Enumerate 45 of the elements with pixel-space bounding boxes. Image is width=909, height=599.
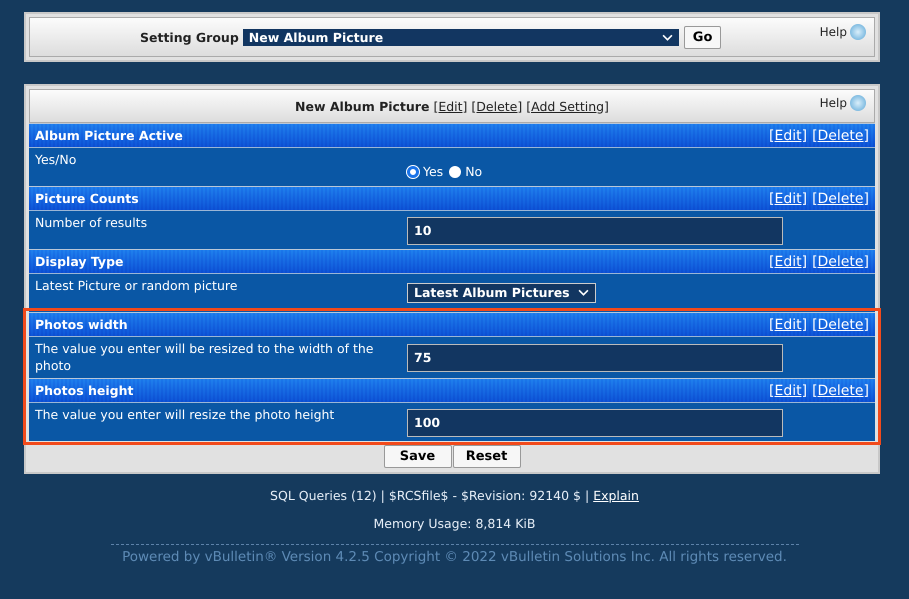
panel-title: New Album Picture: [295, 98, 430, 114]
setting-link[interactable]: [Delete]: [812, 316, 869, 332]
radio-button[interactable]: [407, 166, 419, 178]
setting-group-label: Setting Group: [140, 30, 239, 44]
panel-link[interactable]: [Delete]: [471, 98, 522, 114]
radio-label: No: [465, 164, 482, 179]
memory-usage-text: Memory Usage: 8,814 KiB: [372, 516, 536, 531]
setting-header: Display Type [Edit] [Delete]: [29, 250, 875, 274]
setting-description: Latest Picture or random picture: [35, 277, 238, 295]
sql-queries-text: SQL Queries (12) | $RCSfile$ - $Revision: 92140 $ |: [270, 488, 590, 503]
setting-link[interactable]: [Delete]: [812, 382, 869, 398]
form-button[interactable]: Reset: [452, 445, 520, 468]
input-field[interactable]: 75: [407, 344, 783, 372]
setting-link[interactable]: [Delete]: [812, 128, 869, 144]
chevron-down-icon: [662, 34, 673, 40]
chevron-down-icon: [578, 289, 589, 296]
explain-link[interactable]: Explain: [593, 488, 639, 503]
setting-description: The value you enter will resize the photo height: [35, 406, 336, 424]
setting-header: Photos width [Edit] [Delete]: [29, 313, 875, 337]
setting-description: The value you enter will be resized to the width of the photo: [35, 340, 374, 374]
go-button[interactable]: Go: [684, 26, 722, 48]
input-field[interactable]: 100: [407, 408, 783, 436]
setting-group-select[interactable]: New Album Picture: [242, 28, 679, 46]
panel-link[interactable]: [Add Setting]: [526, 98, 609, 114]
setting-link[interactable]: [Delete]: [812, 254, 869, 270]
setting-header: Album Picture Active [Edit] [Delete]: [29, 124, 875, 148]
setting-description: Number of results: [35, 214, 148, 232]
setting-link[interactable]: [Edit]: [769, 316, 808, 332]
setting-description: Yes/No: [35, 151, 78, 169]
radio-button[interactable]: [449, 166, 462, 178]
setting-link[interactable]: [Edit]: [769, 190, 808, 206]
setting-header: Photos height [Edit] [Delete]: [29, 379, 875, 403]
setting-link[interactable]: [Delete]: [812, 190, 869, 206]
setting-link[interactable]: [Edit]: [769, 254, 808, 270]
help-link[interactable]: Help: [820, 96, 847, 110]
copyright-text: Powered by vBulletin® Version 4.2.5 Copyright © 2022 vBulletin Solutions Inc. All rights reserved.: [110, 544, 798, 565]
setting-header: Picture Counts [Edit] [Delete]: [29, 187, 875, 211]
input-field[interactable]: 10: [407, 216, 783, 244]
panel-link[interactable]: [Edit]: [433, 98, 468, 114]
help-link[interactable]: Help: [820, 25, 847, 39]
form-button[interactable]: Save: [384, 445, 452, 468]
select-field[interactable]: Latest Album Pictures: [407, 282, 596, 302]
setting-link[interactable]: [Edit]: [769, 128, 808, 144]
setting-link[interactable]: [Edit]: [769, 382, 808, 398]
radio-label: Yes: [423, 164, 444, 179]
